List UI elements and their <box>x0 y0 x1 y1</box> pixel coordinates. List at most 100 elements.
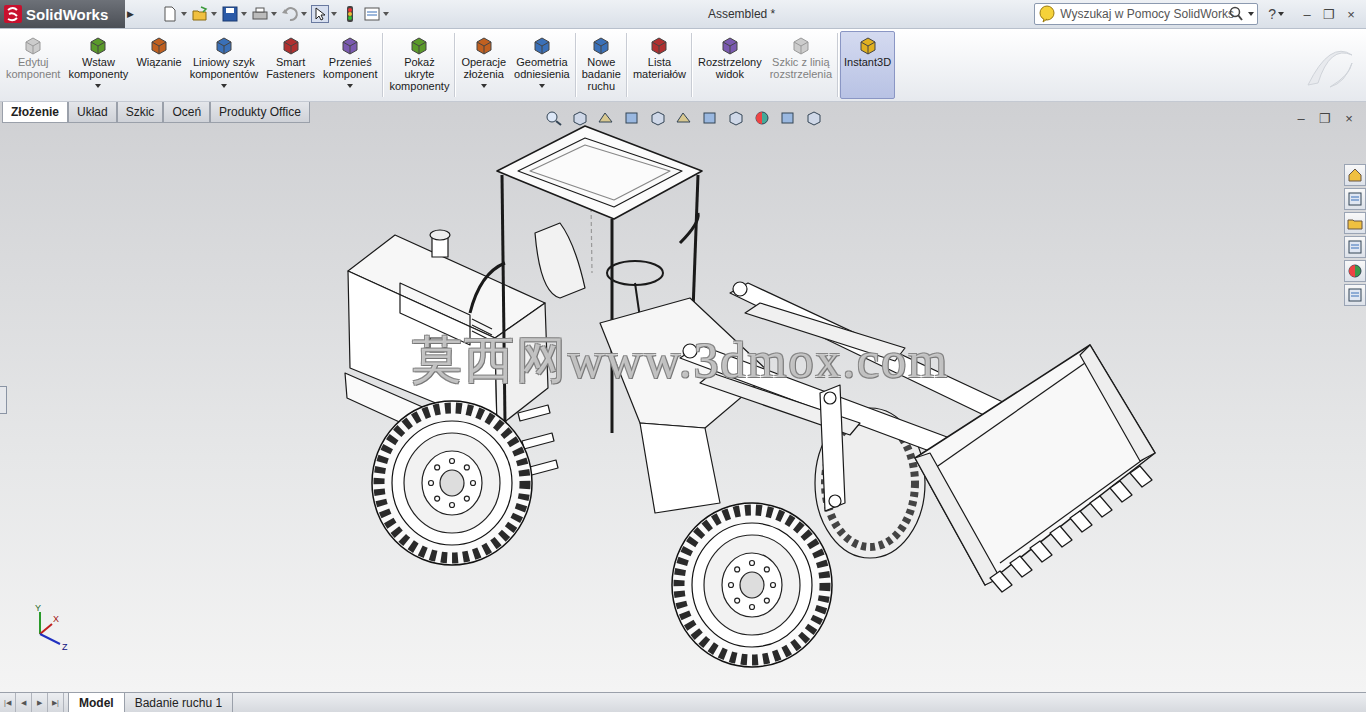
open-icon <box>191 5 209 23</box>
help-bubble-icon <box>1038 5 1056 23</box>
ribbon-button[interactable]: Rozstrzelonywidok <box>694 31 766 99</box>
ribbon-button[interactable]: Wiązanie <box>132 31 185 99</box>
help-search-field[interactable]: Wyszukaj w Pomocy SolidWorks <box>1034 3 1258 25</box>
save-icon <box>221 5 239 23</box>
ribbon-button[interactable]: Listamateriałów <box>629 31 690 99</box>
dropdown-caret[interactable] <box>347 84 353 88</box>
viewport-control-button[interactable]: – <box>1290 111 1312 126</box>
tab-scroll-button[interactable]: ◀ <box>16 693 32 712</box>
dropdown-caret[interactable] <box>95 84 101 88</box>
view-tool-icon[interactable] <box>753 110 771 126</box>
dropdown-caret[interactable] <box>241 12 247 16</box>
ribbon-group: Pokażukrytekomponenty <box>385 29 453 101</box>
dropdown-caret[interactable] <box>331 12 337 16</box>
model-tab[interactable]: Badanie ruchu 1 <box>125 693 233 712</box>
feature-manager-handle[interactable] <box>0 386 7 414</box>
task-pane-icon <box>1347 239 1363 255</box>
window-control-button[interactable]: ❐ <box>1318 7 1340 22</box>
ribbon-button[interactable]: Edytujkomponent <box>2 31 64 99</box>
quick-tool[interactable] <box>281 5 307 23</box>
ribbon-button[interactable]: Nowebadanieruchu <box>578 31 625 99</box>
view-tool-icon[interactable] <box>597 110 615 126</box>
bucket <box>915 345 1155 592</box>
command-tab[interactable]: Układ <box>68 102 117 123</box>
quick-tool[interactable] <box>191 5 217 23</box>
command-icon <box>148 35 170 55</box>
task-pane-button[interactable] <box>1344 284 1366 306</box>
command-icon <box>408 35 430 55</box>
ribbon-button[interactable]: SmartFasteners <box>262 31 319 99</box>
dropdown-caret[interactable] <box>271 12 277 16</box>
viewport-control-button[interactable]: ❐ <box>1314 111 1336 126</box>
group-separator <box>691 33 693 97</box>
search-dropdown[interactable] <box>1248 12 1254 16</box>
dropdown-caret[interactable] <box>301 12 307 16</box>
quick-tool[interactable] <box>363 5 389 23</box>
help-button[interactable]: ? <box>1268 6 1276 22</box>
ribbon-button[interactable]: Pokażukrytekomponenty <box>385 31 453 99</box>
ribbon-button[interactable]: Przenieśkomponent <box>319 31 381 99</box>
quick-tool[interactable] <box>161 5 187 23</box>
task-pane-button[interactable] <box>1344 188 1366 210</box>
dropdown-caret[interactable] <box>221 84 227 88</box>
ribbon-button[interactable]: Geometriaodniesienia <box>510 31 574 99</box>
command-tab[interactable]: Szkic <box>117 102 164 123</box>
ribbon-group: Listamateriałów <box>629 29 690 101</box>
command-tab[interactable]: Produkty Office <box>210 102 310 123</box>
ribbon-group: Edytujkomponent Wstawkomponenty Wiązanie… <box>2 29 381 101</box>
command-manager: Edytujkomponent Wstawkomponenty Wiązanie… <box>0 29 1366 102</box>
help-dropdown[interactable] <box>1278 12 1284 16</box>
svg-text:X: X <box>53 614 59 624</box>
quick-tool[interactable] <box>341 5 359 23</box>
model-tab[interactable]: Model <box>68 693 125 712</box>
graphics-area[interactable]: 莫西网www.3dmox.com ZłożenieUkładSzkicOceńP… <box>0 102 1366 692</box>
bottom-tab-bar: |◀◀▶▶| ModelBadanie ruchu 1 <box>0 692 1366 712</box>
window-control-button[interactable]: – <box>1296 7 1318 22</box>
app-logo[interactable]: SolidWorks <box>0 0 125 28</box>
title-bar: SolidWorks ▶ Assembled * Wyszukaj w Pomo… <box>0 0 1366 29</box>
ds-logo-icon <box>1300 35 1360 95</box>
watermark: 莫西网www.3dmox.com <box>412 327 949 394</box>
view-tool-icon[interactable] <box>779 110 797 126</box>
task-pane-button[interactable] <box>1344 212 1366 234</box>
command-tab[interactable]: Złożenie <box>2 102 68 123</box>
task-pane-icon <box>1347 287 1363 303</box>
task-pane-button[interactable] <box>1344 260 1366 282</box>
tab-scroll-button[interactable]: ▶ <box>32 693 48 712</box>
ribbon-button[interactable]: Wstawkomponenty <box>64 31 132 99</box>
menu-button[interactable]: ▶ <box>125 9 135 19</box>
ribbon-button[interactable]: Liniowy szykkomponentów <box>186 31 263 99</box>
quick-tool[interactable] <box>251 5 277 23</box>
quick-tool[interactable] <box>311 5 337 23</box>
search-icon[interactable] <box>1228 6 1244 22</box>
dropdown-caret[interactable] <box>211 12 217 16</box>
view-tool-icon[interactable] <box>675 110 693 126</box>
dropdown-caret[interactable] <box>181 12 187 16</box>
window-control-button[interactable]: × <box>1340 7 1362 22</box>
quick-tool[interactable] <box>221 5 247 23</box>
command-tab[interactable]: Oceń <box>163 102 210 123</box>
view-tool-icon[interactable] <box>727 110 745 126</box>
view-tool-icon[interactable] <box>805 110 823 126</box>
viewport-controls: –❐× <box>1290 111 1360 126</box>
tab-scroll-button[interactable]: |◀ <box>0 693 16 712</box>
task-pane-button[interactable] <box>1344 164 1366 186</box>
dropdown-caret[interactable] <box>539 84 545 88</box>
task-pane-button[interactable] <box>1344 236 1366 258</box>
view-tool-icon[interactable] <box>649 110 667 126</box>
ribbon-button[interactable]: Operacjezłożenia <box>457 31 510 99</box>
command-icon <box>213 35 235 55</box>
heads-up-toolbar <box>545 110 823 126</box>
tab-scroll-button[interactable]: ▶| <box>48 693 64 712</box>
ribbon-button[interactable]: Instant3D <box>840 31 895 99</box>
view-tool-icon[interactable] <box>701 110 719 126</box>
dropdown-caret[interactable] <box>383 12 389 16</box>
ribbon-button[interactable]: Szkic z liniąrozstrzelenia <box>766 31 836 99</box>
viewport-control-button[interactable]: × <box>1338 111 1360 126</box>
view-tool-icon[interactable] <box>545 110 563 126</box>
wheel-loader-model[interactable] <box>0 102 1366 692</box>
view-tool-icon[interactable] <box>623 110 641 126</box>
view-tool-icon[interactable] <box>571 110 589 126</box>
command-icon <box>790 35 812 55</box>
dropdown-caret[interactable] <box>481 84 487 88</box>
